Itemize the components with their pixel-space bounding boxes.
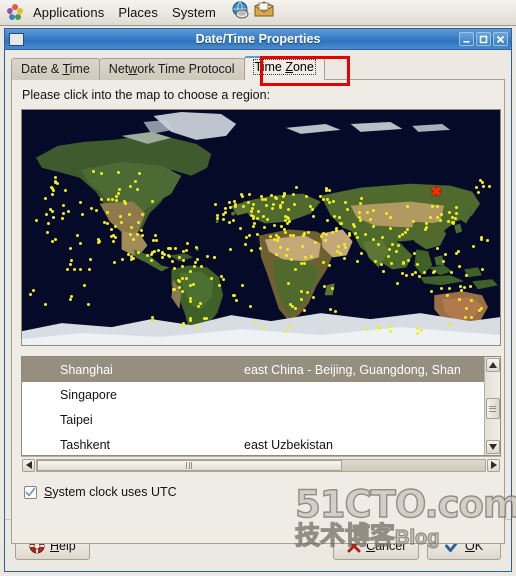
- timezone-city: Singapore: [60, 387, 117, 402]
- window-controls: [459, 32, 511, 46]
- window-content: Date & Time Network Time Protocol Time Z…: [5, 50, 511, 571]
- web-browser-icon[interactable]: [230, 1, 250, 24]
- horizontal-scroll-track[interactable]: [36, 458, 486, 472]
- system-clock-utc-checkbox[interactable]: [24, 485, 37, 499]
- maximize-button[interactable]: [476, 32, 491, 46]
- menu-system[interactable]: System: [165, 3, 223, 23]
- window-title: Date/Time Properties: [195, 32, 321, 46]
- close-button[interactable]: [493, 32, 508, 46]
- menu-places[interactable]: Places: [111, 3, 165, 23]
- table-row[interactable]: Tashkent east Uzbekistan: [22, 432, 500, 455]
- menu-applications[interactable]: Applications: [26, 3, 111, 23]
- desktop-top-panel: Applications Places System: [0, 0, 516, 26]
- timezone-description: east China - Beijing, Guangdong, Shan: [244, 362, 461, 377]
- scroll-grip-icon: [186, 461, 193, 469]
- world-map-image: [22, 110, 500, 345]
- table-row[interactable]: Shanghai east China - Beijing, Guangdong…: [22, 357, 500, 382]
- table-row[interactable]: Taipei: [22, 407, 500, 432]
- map-instruction-label: Please click into the map to choose a re…: [22, 88, 271, 102]
- checkmark-icon: [25, 487, 36, 496]
- scroll-down-button[interactable]: [485, 440, 500, 454]
- time-zone-tab-page: Please click into the map to choose a re…: [11, 79, 505, 544]
- gnome-foot-icon[interactable]: [6, 3, 24, 22]
- minimize-button[interactable]: [459, 32, 474, 46]
- vertical-scroll-thumb[interactable]: [485, 398, 500, 420]
- window-titlebar[interactable]: Date/Time Properties: [5, 29, 511, 50]
- scroll-left-button[interactable]: [22, 458, 35, 472]
- vertical-scrollbar[interactable]: [484, 357, 500, 455]
- timezone-city: Shanghai: [60, 362, 113, 377]
- tab-time-zone[interactable]: Time Zone: [243, 56, 325, 80]
- vertical-scroll-track[interactable]: [485, 373, 500, 439]
- horizontal-scroll-thumb[interactable]: [37, 459, 342, 471]
- panel-launchers: [230, 1, 274, 24]
- timezone-list[interactable]: Shanghai east China - Beijing, Guangdong…: [21, 356, 501, 456]
- tab-network-time-protocol[interactable]: Network Time Protocol: [98, 58, 245, 80]
- scroll-right-button[interactable]: [487, 458, 500, 472]
- email-client-icon[interactable]: [254, 1, 274, 24]
- date-time-properties-window: Date/Time Properties Date & Time Network…: [4, 28, 512, 572]
- selected-location-marker: ✖: [430, 184, 442, 200]
- world-map[interactable]: ✖: [21, 109, 501, 346]
- tab-bar: Date & Time Network Time Protocol Time Z…: [11, 56, 505, 86]
- system-clock-utc-row[interactable]: System clock uses UTC: [24, 485, 495, 499]
- scroll-up-button[interactable]: [485, 358, 500, 372]
- timezone-city: Taipei: [60, 412, 93, 427]
- table-row[interactable]: Singapore: [22, 382, 500, 407]
- window-menu-icon[interactable]: [9, 32, 24, 46]
- tab-date-and-time[interactable]: Date & Time: [11, 58, 100, 80]
- timezone-description: east Uzbekistan: [244, 437, 333, 452]
- scroll-grip-icon: [489, 404, 496, 413]
- system-clock-utc-label: System clock uses UTC: [44, 485, 177, 499]
- timezone-city: Tashkent: [60, 437, 111, 452]
- timezone-list-rows: Shanghai east China - Beijing, Guangdong…: [22, 357, 500, 455]
- horizontal-scrollbar[interactable]: [21, 456, 501, 473]
